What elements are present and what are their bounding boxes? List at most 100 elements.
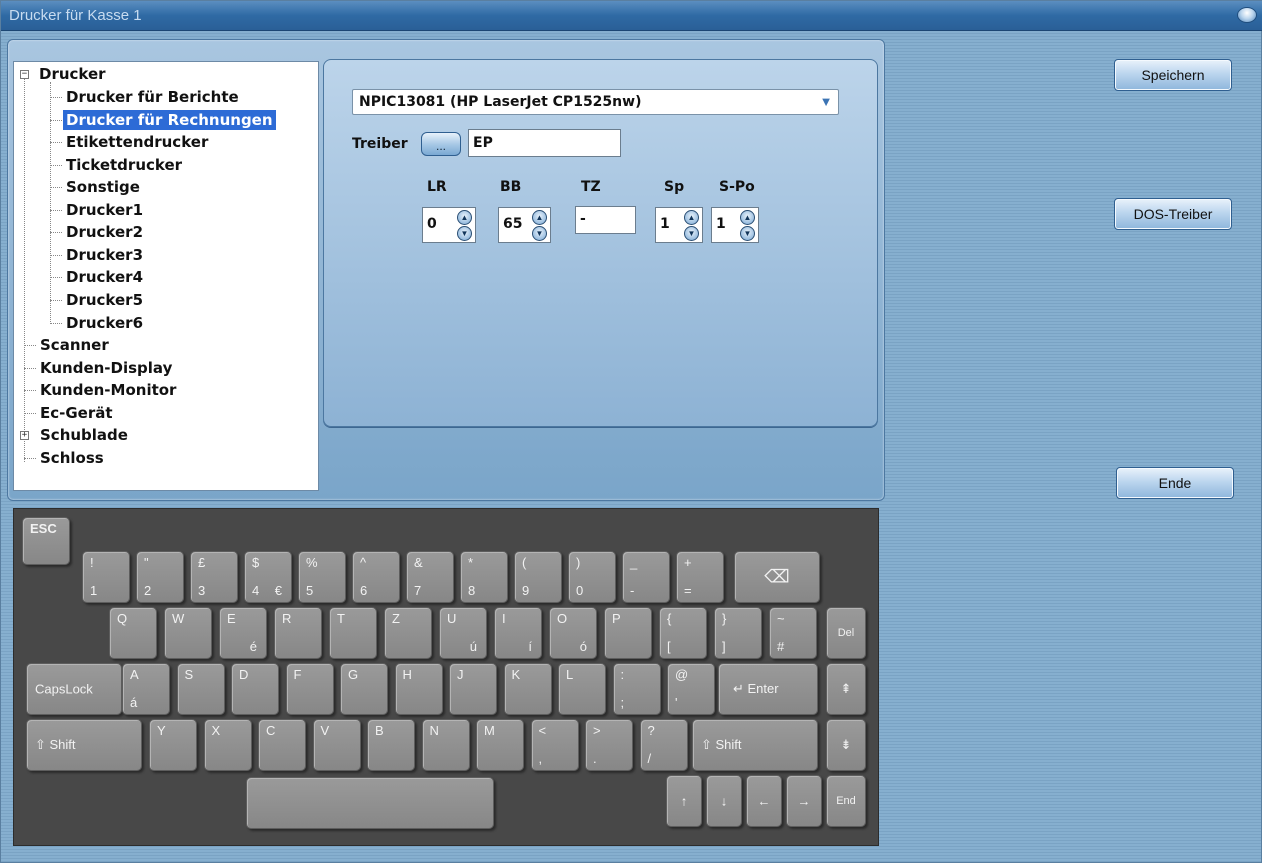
key[interactable]: X xyxy=(203,719,252,771)
key[interactable]: Q xyxy=(109,607,157,659)
stepper-down-icon[interactable]: ▼ xyxy=(532,226,547,241)
key[interactable]: N xyxy=(421,719,470,771)
key[interactable]: }] xyxy=(714,607,762,659)
tree-item-drucker5[interactable]: Drucker5 xyxy=(63,290,146,310)
lr-stepper[interactable]: 0 ▲ ▼ xyxy=(422,207,476,243)
tz-input[interactable]: - xyxy=(575,206,636,234)
key-page-up[interactable]: ⇞ xyxy=(826,663,866,715)
tree-item-scanner[interactable]: Scanner xyxy=(37,335,112,355)
tree-item-drucker3[interactable]: Drucker3 xyxy=(63,245,146,265)
tree-item-kunden-monitor[interactable]: Kunden-Monitor xyxy=(37,380,179,400)
key[interactable]: R xyxy=(274,607,322,659)
key-arrow-left[interactable]: ← xyxy=(746,775,782,827)
bb-stepper[interactable]: 65 ▲ ▼ xyxy=(498,207,551,243)
end-button[interactable]: Ende xyxy=(1116,467,1234,499)
stepper-down-icon[interactable]: ▼ xyxy=(457,226,472,241)
chevron-down-icon[interactable]: ▼ xyxy=(818,95,834,109)
s-po-stepper[interactable]: 1 ▲ ▼ xyxy=(711,207,759,243)
key-arrow-right[interactable]: → xyxy=(786,775,822,827)
key[interactable]: ~ # xyxy=(769,607,817,659)
key[interactable]: J xyxy=(449,663,497,715)
save-button[interactable]: Speichern xyxy=(1114,59,1232,91)
key[interactable]: C xyxy=(258,719,306,771)
key[interactable]: H xyxy=(394,663,443,715)
key[interactable]: * 8 xyxy=(460,551,508,603)
stepper-up-icon[interactable]: ▲ xyxy=(684,210,699,225)
stepper-down-icon[interactable]: ▼ xyxy=(740,226,755,241)
tree-item-ec-geraet[interactable]: Ec-Gerät xyxy=(37,403,116,423)
driver-browse-button[interactable]: ... xyxy=(421,132,461,156)
key[interactable]: S xyxy=(176,663,225,715)
tree-item-drucker6[interactable]: Drucker6 xyxy=(63,313,146,333)
key-arrow-up[interactable]: ↑ xyxy=(666,775,702,827)
key[interactable]: L xyxy=(558,663,606,715)
tree-item-drucker-fuer-berichte[interactable]: Drucker für Berichte xyxy=(63,87,242,107)
key-esc[interactable]: ESC xyxy=(22,517,70,565)
key[interactable]: Z xyxy=(384,607,432,659)
key-del[interactable]: Del xyxy=(826,607,866,659)
tree-item-ticketdrucker[interactable]: Ticketdrucker xyxy=(63,155,185,175)
key[interactable]: <, xyxy=(530,719,579,771)
tree-item-kunden-display[interactable]: Kunden-Display xyxy=(37,358,175,378)
key[interactable]: ^ 6 xyxy=(352,551,400,603)
key[interactable]: £3 xyxy=(190,551,238,603)
key-backspace[interactable]: ⌫ xyxy=(734,551,820,603)
tree-item-schublade[interactable]: Schublade xyxy=(37,425,131,445)
stepper-up-icon[interactable]: ▲ xyxy=(740,210,755,225)
key[interactable]: P xyxy=(604,607,652,659)
key[interactable]: & 7 xyxy=(406,551,454,603)
device-tree[interactable]: − Drucker Drucker für Berichte Drucker f… xyxy=(13,61,319,491)
tree-item-drucker4[interactable]: Drucker4 xyxy=(63,267,146,287)
key[interactable]: ? / xyxy=(639,719,688,771)
key[interactable]: $4 € xyxy=(244,551,292,603)
key-shift-right[interactable]: ⇧ Shift xyxy=(692,719,818,771)
printer-select[interactable]: NPIC13081 (HP LaserJet CP1525nw) ▼ xyxy=(352,89,839,115)
tree-item-sonstige[interactable]: Sonstige xyxy=(63,177,143,197)
window-close-orb-icon[interactable] xyxy=(1237,7,1257,23)
key[interactable]: {[ xyxy=(659,607,707,659)
key[interactable]: >. xyxy=(585,719,633,771)
key[interactable]: @ ' xyxy=(667,663,715,715)
tree-root-drucker[interactable]: Drucker xyxy=(36,64,109,84)
key[interactable]: F xyxy=(285,663,334,715)
key[interactable]: G xyxy=(340,663,388,715)
sp-stepper[interactable]: 1 ▲ ▼ xyxy=(655,207,703,243)
key[interactable]: K xyxy=(503,663,552,715)
stepper-up-icon[interactable]: ▲ xyxy=(532,210,547,225)
driver-input[interactable]: EP xyxy=(468,129,621,157)
key[interactable]: Oó xyxy=(549,607,597,659)
collapse-box-icon[interactable]: − xyxy=(20,70,29,79)
key[interactable]: D xyxy=(231,663,279,715)
key[interactable]: " 2 xyxy=(136,551,184,603)
stepper-up-icon[interactable]: ▲ xyxy=(457,210,472,225)
key[interactable]: + = xyxy=(676,551,724,603)
tree-item-drucker1[interactable]: Drucker1 xyxy=(63,200,146,220)
key[interactable]: Aá xyxy=(122,663,170,715)
key[interactable]: Uú xyxy=(439,607,487,659)
key[interactable]: V xyxy=(312,719,361,771)
tree-item-schloss[interactable]: Schloss xyxy=(37,448,107,468)
key[interactable]: (9 xyxy=(514,551,562,603)
key-capslock[interactable]: CapsLock xyxy=(26,663,122,715)
key[interactable]: _ - xyxy=(622,551,670,603)
key[interactable]: % 5 xyxy=(298,551,346,603)
tree-item-drucker-fuer-rechnungen[interactable]: Drucker für Rechnungen xyxy=(63,110,276,130)
tree-item-drucker2[interactable]: Drucker2 xyxy=(63,222,146,242)
key[interactable]: Y xyxy=(149,719,197,771)
key[interactable]: :; xyxy=(612,663,661,715)
key-arrow-down[interactable]: ↓ xyxy=(706,775,742,827)
key[interactable]: ! 1 xyxy=(82,551,130,603)
key-shift-left[interactable]: ⇧ Shift xyxy=(26,719,142,771)
key-enter[interactable]: ↵ Enter xyxy=(718,663,818,715)
key[interactable]: Ií xyxy=(494,607,542,659)
dos-driver-button[interactable]: DOS-Treiber xyxy=(1114,198,1232,230)
key-end[interactable]: End xyxy=(826,775,866,827)
tree-item-etikettendrucker[interactable]: Etikettendrucker xyxy=(63,132,211,152)
key-space[interactable] xyxy=(246,777,494,829)
expand-box-icon[interactable]: + xyxy=(20,431,29,440)
key[interactable]: M xyxy=(476,719,524,771)
key[interactable]: W xyxy=(164,607,212,659)
stepper-down-icon[interactable]: ▼ xyxy=(684,226,699,241)
key[interactable]: ) 0 xyxy=(568,551,616,603)
key[interactable]: T xyxy=(329,607,377,659)
